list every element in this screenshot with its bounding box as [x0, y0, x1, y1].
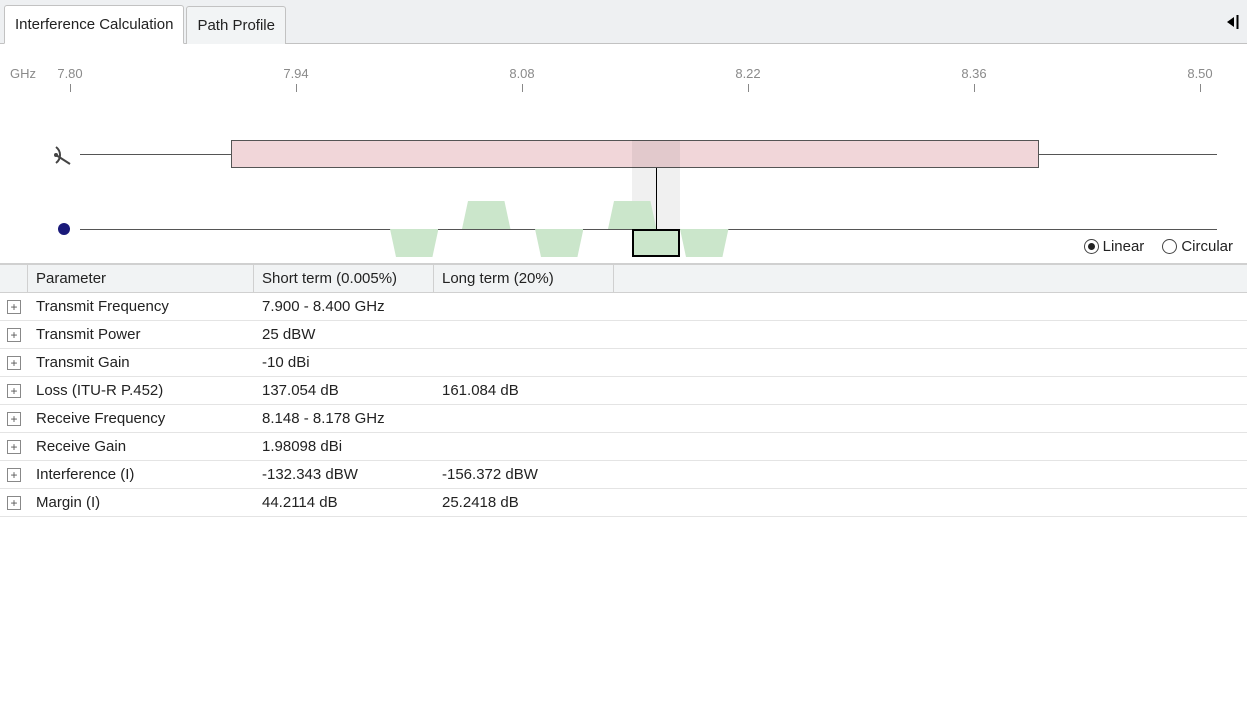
tab-path-profile[interactable]: Path Profile [186, 6, 286, 44]
expand-button[interactable]: + [7, 468, 21, 482]
axis-tick-label: 7.80 [57, 66, 82, 81]
expand-button[interactable]: + [7, 328, 21, 342]
panel-collapse-button[interactable] [1223, 12, 1243, 32]
table-row: + Transmit Frequency7.900 - 8.400 GHz [0, 293, 1247, 321]
receive-channel[interactable] [462, 201, 510, 229]
cell-short-term: -10 dBi [254, 349, 434, 376]
table-row: + Margin (I)44.2114 dB25.2418 dB [0, 489, 1247, 517]
cell-long-term [434, 349, 614, 376]
expand-button[interactable]: + [7, 496, 21, 510]
radio-circular-label: Circular [1181, 238, 1233, 255]
cell-short-term: 44.2114 dB [254, 489, 434, 516]
cell-parameter: Receive Gain [28, 433, 254, 460]
axis-tick-label: 8.50 [1187, 66, 1212, 81]
table-body: + Transmit Frequency7.900 - 8.400 GHz + Tra… [0, 293, 1247, 517]
antenna-icon [50, 144, 74, 169]
radio-circle-icon [1162, 239, 1177, 254]
axis-tick-mark [974, 84, 975, 92]
receive-channel-selected[interactable] [632, 229, 680, 257]
receive-channel[interactable] [390, 229, 438, 257]
expand-button[interactable]: + [7, 300, 21, 314]
cell-long-term: 161.084 dB [434, 377, 614, 404]
receive-channel[interactable] [535, 229, 583, 257]
frequency-chart: GHz 7.807.948.088.228.368.50 Linear Circ… [0, 44, 1247, 264]
header-expand [0, 265, 28, 292]
axis-tick-label: 8.22 [735, 66, 760, 81]
header-short-term[interactable]: Short term (0.005%) [254, 265, 434, 292]
cell-spacer [614, 433, 1247, 460]
receive-channel[interactable] [608, 201, 656, 229]
table-row: + Transmit Power25 dBW [0, 321, 1247, 349]
header-parameter[interactable]: Parameter [28, 265, 254, 292]
radio-linear[interactable]: Linear [1084, 238, 1145, 255]
tab-interference-calculation[interactable]: Interference Calculation [4, 5, 184, 44]
cell-spacer [614, 377, 1247, 404]
cell-parameter: Margin (I) [28, 489, 254, 516]
receive-station-icon [58, 223, 70, 235]
table-row: + Receive Gain1.98098 dBi [0, 433, 1247, 461]
table-row: + Loss (ITU-R P.452)137.054 dB161.084 dB [0, 377, 1247, 405]
polarization-selector: Linear Circular [1084, 238, 1233, 255]
cell-short-term: 7.900 - 8.400 GHz [254, 293, 434, 320]
header-spacer [614, 265, 1247, 292]
tab-bar: Interference Calculation Path Profile [0, 0, 1247, 44]
axis-tick-mark [1200, 84, 1201, 92]
collapse-right-icon [1227, 15, 1239, 29]
cell-parameter: Receive Frequency [28, 405, 254, 432]
header-long-term[interactable]: Long term (20%) [434, 265, 614, 292]
cell-parameter: Transmit Frequency [28, 293, 254, 320]
table-row: + Transmit Gain-10 dBi [0, 349, 1247, 377]
cell-parameter: Loss (ITU-R P.452) [28, 377, 254, 404]
parameter-table: Parameter Short term (0.005%) Long term … [0, 264, 1247, 517]
cell-spacer [614, 293, 1247, 320]
axis-tick-label: 8.36 [961, 66, 986, 81]
expand-button[interactable]: + [7, 384, 21, 398]
cell-spacer [614, 321, 1247, 348]
axis-tick-mark [748, 84, 749, 92]
axis-tick-mark [296, 84, 297, 92]
axis-tick-mark [522, 84, 523, 92]
cell-long-term: -156.372 dBW [434, 461, 614, 488]
cell-short-term: -132.343 dBW [254, 461, 434, 488]
expand-button[interactable]: + [7, 440, 21, 454]
table-row: + Receive Frequency8.148 - 8.178 GHz [0, 405, 1247, 433]
cell-spacer [614, 349, 1247, 376]
cell-parameter: Transmit Power [28, 321, 254, 348]
receive-channel[interactable] [680, 229, 728, 257]
cell-long-term [434, 433, 614, 460]
cell-short-term: 25 dBW [254, 321, 434, 348]
table-row: + Interference (I)-132.343 dBW-156.372 dB… [0, 461, 1247, 489]
radio-circle-icon [1084, 239, 1099, 254]
cell-spacer [614, 461, 1247, 488]
cell-parameter: Transmit Gain [28, 349, 254, 376]
cell-short-term: 137.054 dB [254, 377, 434, 404]
cell-short-term: 1.98098 dBi [254, 433, 434, 460]
axis-tick-label: 7.94 [283, 66, 308, 81]
cell-parameter: Interference (I) [28, 461, 254, 488]
axis-tick-mark [70, 84, 71, 92]
axis-tick-label: 8.08 [509, 66, 534, 81]
cell-spacer [614, 489, 1247, 516]
cell-long-term [434, 321, 614, 348]
cell-long-term [434, 293, 614, 320]
radio-linear-label: Linear [1103, 238, 1145, 255]
expand-button[interactable]: + [7, 412, 21, 426]
cell-long-term: 25.2418 dB [434, 489, 614, 516]
radio-circular[interactable]: Circular [1162, 238, 1233, 255]
frequency-axis: 7.80 7.94 8.08 8.22 8.36 8.50 [10, 66, 1237, 88]
cell-spacer [614, 405, 1247, 432]
cell-short-term: 8.148 - 8.178 GHz [254, 405, 434, 432]
cell-long-term [434, 405, 614, 432]
expand-button[interactable]: + [7, 356, 21, 370]
table-header-row: Parameter Short term (0.005%) Long term … [0, 264, 1247, 293]
